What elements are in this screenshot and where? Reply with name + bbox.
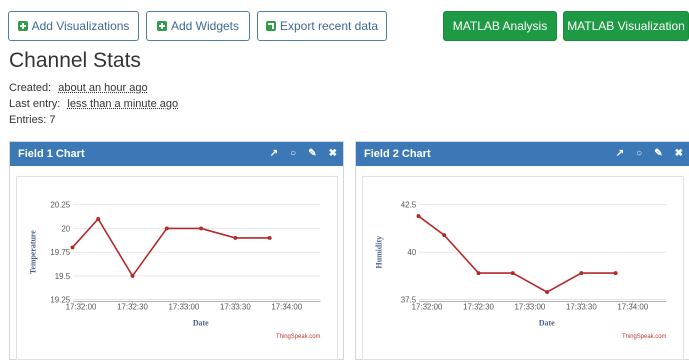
field-2-actions: ↗ ○ ✎ ✖ (616, 142, 683, 166)
field-2-chart-area: 42.5 40 37.5 17:32:00 17:32:30 17:33:00 17:33:… (362, 176, 684, 360)
data-point[interactable] (130, 273, 135, 278)
last-entry-value: less than a minute ago (67, 98, 179, 110)
data-point[interactable] (267, 235, 272, 240)
x-tick-label: 17:33:30 (566, 303, 597, 312)
x-tick-label: 17:32:00 (412, 303, 443, 312)
comment-icon[interactable]: ○ (636, 149, 642, 159)
x-tick-label: 17:32:30 (463, 303, 494, 312)
y-tick-label: 19.75 (50, 248, 70, 257)
data-point[interactable] (416, 214, 421, 219)
y-tick-label: 40 (407, 248, 416, 257)
export-recent-data-label: Export recent data (279, 19, 379, 33)
y-axis-label: Humidity (375, 236, 384, 269)
y-tick-label: 20 (61, 224, 70, 233)
external-link-icon[interactable]: ↗ (616, 149, 624, 159)
x-axis-label: Date (193, 318, 209, 327)
data-point[interactable] (545, 290, 550, 295)
data-point[interactable] (164, 226, 169, 231)
entries-count: Entries: 7 (9, 114, 56, 126)
matlab-visualization-label: MATLAB Visualization (567, 19, 685, 33)
field-1-header: Field 1 Chart ↗ ○ ✎ ✖ (10, 142, 343, 166)
data-point[interactable] (70, 245, 75, 250)
data-point[interactable] (442, 233, 447, 238)
chart-credit: ThingSpeak.com (622, 334, 667, 340)
export-recent-data-button[interactable]: Export recent data (257, 11, 387, 41)
x-tick-label: 17:33:00 (515, 303, 546, 312)
matlab-visualization-button[interactable]: MATLAB Visualization (563, 11, 689, 41)
add-visualizations-label: Add Visualizations (31, 19, 130, 33)
plus-icon (156, 21, 167, 31)
last-entry-label: Last entry: (9, 98, 61, 110)
x-tick-label: 17:34:00 (617, 303, 648, 312)
created-row: Created: about an hour ago (9, 82, 148, 94)
created-value: about an hour ago (58, 82, 148, 94)
data-point[interactable] (199, 226, 204, 231)
close-icon[interactable]: ✖ (675, 149, 683, 159)
y-tick-label: 42.5 (401, 201, 417, 210)
x-tick-label: 17:33:30 (220, 303, 251, 312)
toolbar: Add Visualizations Add Widgets Export re… (8, 11, 689, 41)
series-line (71, 217, 270, 278)
matlab-analysis-button[interactable]: MATLAB Analysis (443, 11, 557, 41)
external-link-icon[interactable]: ↗ (270, 149, 278, 159)
x-tick-label: 17:34:00 (271, 303, 302, 312)
field-1-chart: 20.252019.7519.519.2517:32:00 17:32:30 17:… (29, 201, 321, 341)
field-1-title: Field 1 Chart (18, 148, 85, 160)
last-entry-row: Last entry: less than a minute ago (9, 98, 178, 110)
plus-icon (17, 21, 28, 31)
data-point[interactable] (579, 271, 584, 276)
series-line (417, 215, 616, 293)
y-tick-label: 19.5 (55, 272, 71, 281)
add-visualizations-button[interactable]: Add Visualizations (8, 11, 139, 41)
pencil-icon[interactable]: ✎ (308, 149, 316, 159)
matlab-analysis-label: MATLAB Analysis (452, 19, 548, 33)
export-icon (265, 21, 276, 31)
close-icon[interactable]: ✖ (329, 149, 337, 159)
add-widgets-label: Add Widgets (170, 19, 240, 33)
data-point[interactable] (510, 271, 515, 276)
created-label: Created: (9, 82, 52, 94)
x-axis-label: Date (539, 318, 555, 327)
field-1-panel: Field 1 Chart ↗ ○ ✎ ✖ 20.25 20 19.75 19.5 19… (9, 141, 344, 360)
page-title: Channel Stats (9, 49, 141, 72)
field-2-title: Field 2 Chart (364, 148, 431, 160)
pencil-icon[interactable]: ✎ (654, 149, 662, 159)
data-point[interactable] (476, 271, 481, 276)
add-widgets-button[interactable]: Add Widgets (146, 11, 250, 41)
field-1-chart-area: 20.25 20 19.75 19.5 19.25 17:32:00 17:32:30 17:… (16, 176, 338, 360)
x-tick-label: 17:32:30 (117, 303, 148, 312)
data-point[interactable] (96, 216, 101, 221)
x-tick-label: 17:32:00 (66, 303, 97, 312)
y-tick-label: 20.25 (50, 201, 70, 210)
data-point[interactable] (613, 271, 618, 276)
y-axis-label: Temperature (29, 230, 38, 274)
field-1-actions: ↗ ○ ✎ ✖ (270, 142, 337, 166)
field-2-panel: Field 2 Chart ↗ ○ ✎ ✖ 42.5 40 37.5 17:32:00… (355, 141, 689, 360)
x-tick-label: 17:33:00 (169, 303, 200, 312)
field-2-header: Field 2 Chart ↗ ○ ✎ ✖ (356, 142, 689, 166)
field-2-chart: 42.54037.517:32:00 17:32:30 17:33:00 17:33:… (375, 201, 667, 341)
data-point[interactable] (233, 235, 238, 240)
chart-credit: ThingSpeak.com (276, 334, 321, 340)
comment-icon[interactable]: ○ (290, 149, 296, 159)
